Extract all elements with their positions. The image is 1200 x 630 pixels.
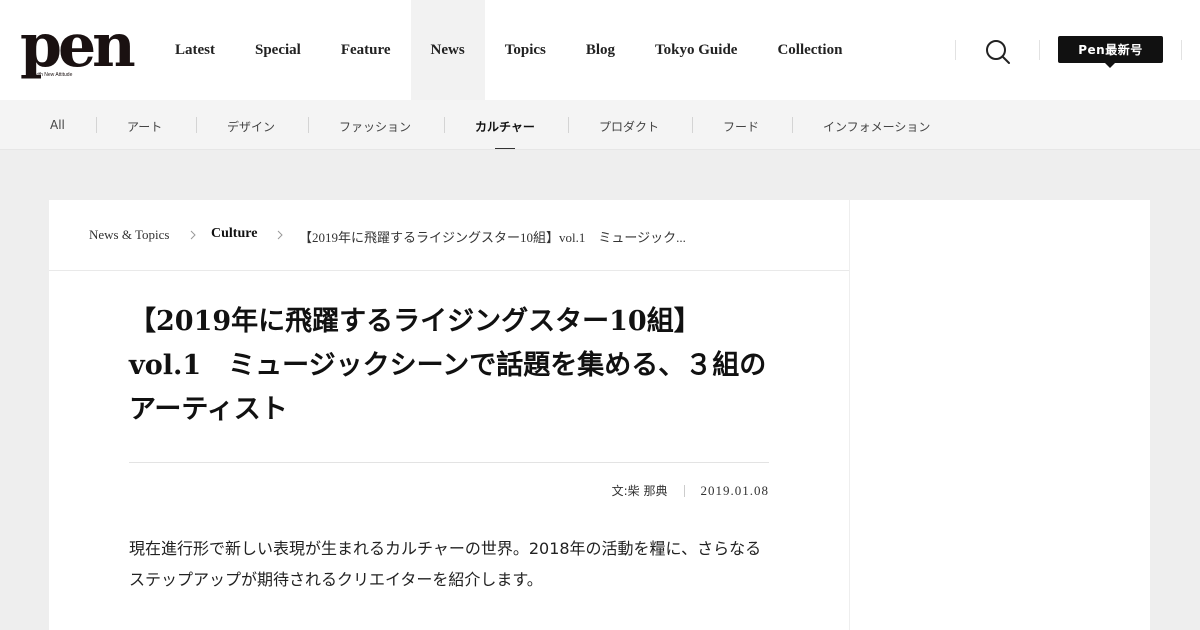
breadcrumb-news-topics[interactable]: News & Topics — [89, 227, 169, 243]
category-subnav: All アート デザイン ファッション カルチャー プロダクト フード インフォ… — [0, 100, 1200, 150]
header-divider — [955, 40, 956, 60]
nav-item-topics[interactable]: Topics — [485, 0, 566, 100]
nav-item-news[interactable]: News — [410, 0, 485, 100]
latest-issue-button[interactable]: Pen最新号 — [1058, 36, 1163, 68]
nav-item-tokyo-guide[interactable]: Tokyo Guide — [635, 0, 757, 100]
nav-item-special[interactable]: Special — [235, 0, 321, 100]
subnav-active-indicator — [495, 148, 515, 149]
nav-item-latest[interactable]: Latest — [155, 0, 235, 100]
search-icon[interactable] — [984, 38, 1012, 66]
chevron-right-icon — [277, 230, 283, 240]
article-title: 【2019年に飛躍するライジングスター10組】vol.1 ミュージックシーンで話… — [129, 306, 767, 425]
header-divider — [1181, 40, 1182, 60]
subnav-item-art[interactable]: アート — [127, 118, 162, 135]
subnav-item-food[interactable]: フード — [723, 118, 759, 135]
nav-item-collection[interactable]: Collection — [757, 0, 862, 100]
nav-item-blog[interactable]: Blog — [566, 0, 635, 100]
subnav-item-information[interactable]: インフォメーション — [823, 118, 930, 135]
subnav-item-product[interactable]: プロダクト — [599, 118, 659, 135]
title-divider — [129, 462, 769, 463]
breadcrumb-current-article: 【2019年に飛躍するライジングスター10組】vol.1 ミュージック... — [299, 230, 686, 245]
article-meta: 文:柴 那典 2019.01.08 — [612, 482, 769, 499]
meta-divider — [683, 484, 685, 497]
site-header: pen with New Attitude Latest Special Fea… — [0, 0, 1200, 100]
subnav-divider — [96, 117, 97, 133]
subnav-divider — [692, 117, 693, 133]
subnav-divider — [308, 117, 309, 133]
subnav-item-culture[interactable]: カルチャー — [475, 118, 535, 135]
subnav-divider — [568, 117, 569, 133]
logo-tagline: with New Attitude — [34, 72, 73, 78]
pen-logo[interactable]: pen with New Attitude — [20, 11, 136, 81]
logo-wordmark: pen — [20, 11, 136, 81]
breadcrumb: News & Topics Culture 【2019年に飛躍するライジングスタ… — [49, 200, 849, 271]
article-card: News & Topics Culture 【2019年に飛躍するライジングスタ… — [49, 200, 849, 630]
sidebar — [850, 200, 1150, 630]
subnav-item-all[interactable]: All — [50, 118, 65, 132]
subnav-divider — [792, 117, 793, 133]
article-author: 文:柴 那典 — [611, 484, 668, 498]
article-lead: 現在進行形で新しい表現が生まれるカルチャーの世界。2018年の活動を糧に、さらな… — [129, 539, 762, 589]
subnav-divider — [196, 117, 197, 133]
chevron-right-icon — [190, 230, 196, 240]
nav-item-feature[interactable]: Feature — [321, 0, 411, 100]
article-date: 2019.01.08 — [700, 482, 769, 498]
header-divider — [1039, 40, 1040, 60]
subnav-divider — [444, 117, 445, 133]
breadcrumb-culture[interactable]: Culture — [211, 226, 257, 242]
main-nav: Latest Special Feature News Topics Blog … — [155, 0, 862, 100]
subnav-item-fashion[interactable]: ファッション — [339, 118, 411, 135]
subnav-item-design[interactable]: デザイン — [227, 118, 275, 135]
